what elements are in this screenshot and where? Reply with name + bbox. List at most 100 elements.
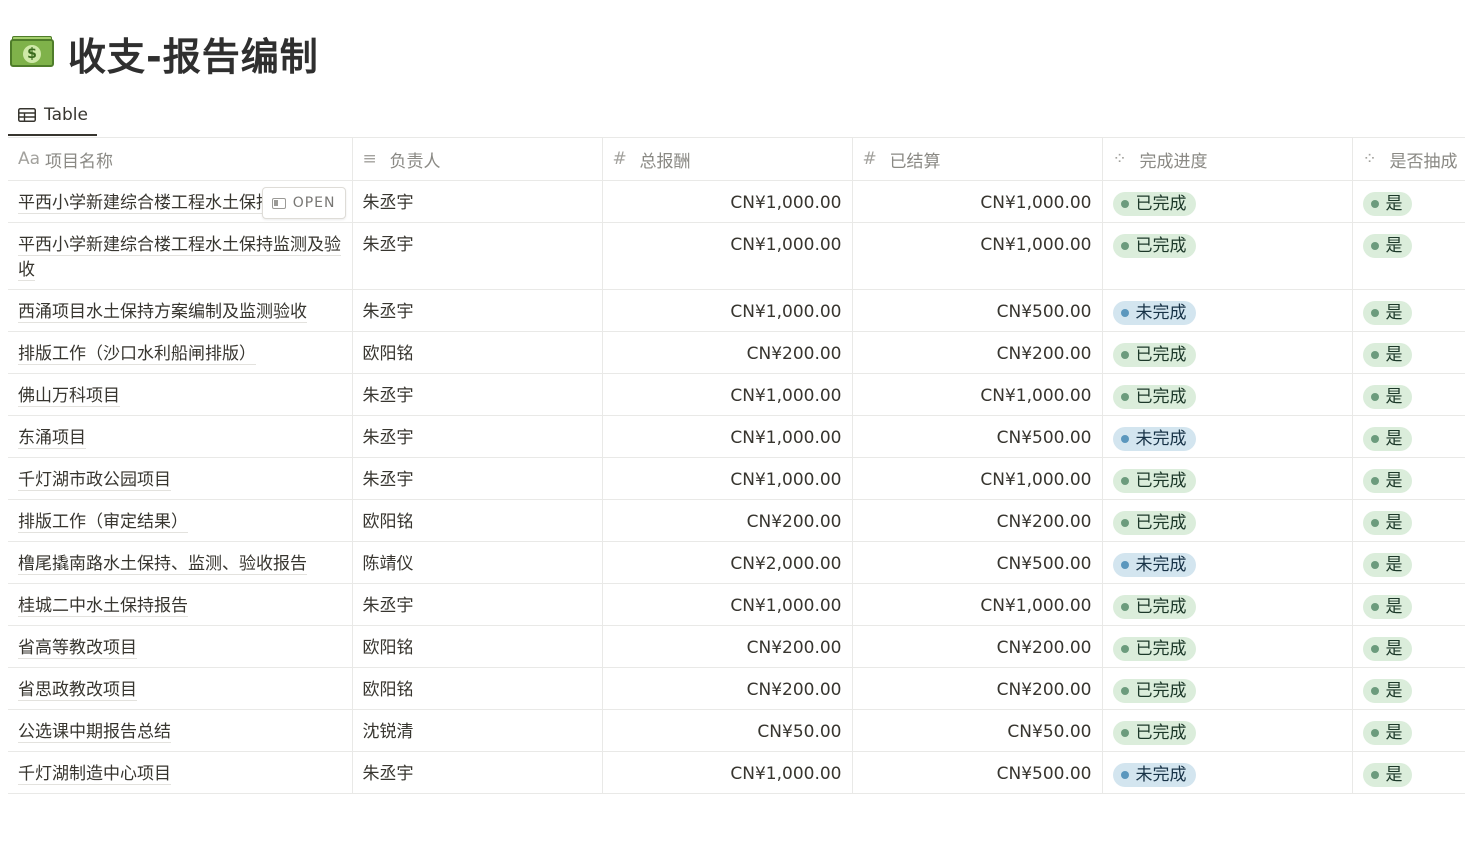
cell-project-name[interactable]: 千灯湖市政公园项目	[8, 457, 353, 500]
cell-total-reward[interactable]: CN¥1,000.00	[602, 222, 853, 290]
cell-progress[interactable]: 已完成	[1102, 457, 1353, 500]
cell-commission[interactable]: 是	[1352, 625, 1465, 668]
cell-total-reward[interactable]: CN¥1,000.00	[602, 180, 853, 223]
project-name-text[interactable]: 排版工作（审定结果）	[18, 512, 188, 533]
cell-progress[interactable]: 已完成	[1102, 180, 1353, 223]
cell-project-name[interactable]: 千灯湖制造中心项目	[8, 751, 353, 794]
cell-settled[interactable]: CN¥1,000.00	[852, 583, 1103, 626]
cell-settled[interactable]: CN¥500.00	[852, 751, 1103, 794]
cell-settled[interactable]: CN¥500.00	[852, 415, 1103, 458]
cell-project-name[interactable]: 排版工作（审定结果）	[8, 499, 353, 542]
column-header-3[interactable]: # 已结算	[852, 138, 1103, 181]
project-name-text[interactable]: 省高等教改项目	[18, 638, 137, 659]
cell-settled[interactable]: CN¥50.00	[852, 709, 1103, 752]
cell-project-name[interactable]: 平西小学新建综合楼工程水土保持监测及验收	[8, 222, 353, 290]
project-name-text[interactable]: 桂城二中水土保持报告	[18, 596, 188, 617]
cell-progress[interactable]: 已完成	[1102, 373, 1353, 416]
project-name-text[interactable]: 平西小学新建综合楼工程水土保持监测及验收	[18, 235, 341, 281]
dollar-banknote-icon[interactable]: $	[10, 36, 54, 70]
cell-progress[interactable]: 已完成	[1102, 222, 1353, 290]
cell-project-name[interactable]: 省高等教改项目	[8, 625, 353, 668]
cell-progress[interactable]: 已完成	[1102, 667, 1353, 710]
table-row[interactable]: 省高等教改项目 欧阳铭 CN¥200.00 CN¥200.00 已完成是	[8, 625, 1465, 668]
column-header-2[interactable]: # 总报酬	[602, 138, 853, 181]
cell-progress[interactable]: 未完成	[1102, 289, 1353, 332]
cell-settled[interactable]: CN¥200.00	[852, 625, 1103, 668]
cell-project-name[interactable]: 省思政教改项目	[8, 667, 353, 710]
cell-owner[interactable]: 沈锐清	[352, 709, 603, 752]
cell-owner[interactable]: 朱丞宇	[352, 289, 603, 332]
cell-commission[interactable]: 是	[1352, 222, 1465, 290]
cell-project-name[interactable]: 排版工作（沙口水利船闸排版）	[8, 331, 353, 374]
column-header-4[interactable]: ⁘ 完成进度	[1102, 138, 1353, 181]
cell-commission[interactable]: 是	[1352, 667, 1465, 710]
cell-total-reward[interactable]: CN¥1,000.00	[602, 751, 853, 794]
column-header-1[interactable]: ≡ 负责人	[352, 138, 603, 181]
cell-commission[interactable]: 是	[1352, 751, 1465, 794]
cell-settled[interactable]: CN¥1,000.00	[852, 457, 1103, 500]
cell-project-name[interactable]: 西涌项目水土保持方案编制及监测验收	[8, 289, 353, 332]
table-row[interactable]: 千灯湖市政公园项目 朱丞宇 CN¥1,000.00 CN¥1,000.00 已完成是	[8, 457, 1465, 500]
table-row[interactable]: 平西小学新建综合楼工程水土保持监测及验收 朱丞宇 CN¥1,000.00 CN¥1,0…	[8, 222, 1465, 290]
cell-commission[interactable]: 是	[1352, 289, 1465, 332]
cell-settled[interactable]: CN¥500.00	[852, 289, 1103, 332]
table-row[interactable]: 橹尾撬南路水土保持、监测、验收报告 陈靖仪 CN¥2,000.00 CN¥500.00…	[8, 541, 1465, 584]
cell-owner[interactable]: 欧阳铭	[352, 499, 603, 542]
project-name-text[interactable]: 东涌项目	[18, 428, 86, 449]
cell-total-reward[interactable]: CN¥200.00	[602, 625, 853, 668]
cell-total-reward[interactable]: CN¥1,000.00	[602, 289, 853, 332]
cell-settled[interactable]: CN¥1,000.00	[852, 222, 1103, 290]
project-name-text[interactable]: 佛山万科项目	[18, 386, 120, 407]
cell-project-name[interactable]: 公选课中期报告总结	[8, 709, 353, 752]
column-header-5[interactable]: ⁘ 是否抽成	[1352, 138, 1465, 181]
project-name-text[interactable]: 排版工作（沙口水利船闸排版）	[18, 344, 256, 365]
cell-owner[interactable]: 欧阳铭	[352, 667, 603, 710]
cell-owner[interactable]: 欧阳铭	[352, 331, 603, 374]
cell-settled[interactable]: CN¥1,000.00	[852, 373, 1103, 416]
cell-total-reward[interactable]: CN¥200.00	[602, 499, 853, 542]
table-row[interactable]: 桂城二中水土保持报告 朱丞宇 CN¥1,000.00 CN¥1,000.00 已完成是	[8, 583, 1465, 626]
cell-settled[interactable]: CN¥200.00	[852, 331, 1103, 374]
cell-project-name[interactable]: 平西小学新建综合楼工程水土保持报告书 OPEN	[8, 180, 353, 223]
cell-settled[interactable]: CN¥200.00	[852, 667, 1103, 710]
cell-owner[interactable]: 朱丞宇	[352, 180, 603, 223]
cell-owner[interactable]: 陈靖仪	[352, 541, 603, 584]
project-name-text[interactable]: 千灯湖市政公园项目	[18, 470, 171, 491]
open-page-button[interactable]: OPEN	[261, 187, 346, 219]
table-row[interactable]: 千灯湖制造中心项目 朱丞宇 CN¥1,000.00 CN¥500.00 未完成 是	[8, 751, 1465, 794]
cell-commission[interactable]: 是	[1352, 331, 1465, 374]
table-row[interactable]: 排版工作（沙口水利船闸排版） 欧阳铭 CN¥200.00 CN¥200.00 已完成是	[8, 331, 1465, 374]
table-row[interactable]: 排版工作（审定结果） 欧阳铭 CN¥200.00 CN¥200.00 已完成是	[8, 499, 1465, 542]
cell-owner[interactable]: 欧阳铭	[352, 625, 603, 668]
cell-total-reward[interactable]: CN¥50.00	[602, 709, 853, 752]
column-header-0[interactable]: Aa 项目名称	[8, 138, 353, 181]
cell-owner[interactable]: 朱丞宇	[352, 751, 603, 794]
cell-project-name[interactable]: 桂城二中水土保持报告	[8, 583, 353, 626]
cell-progress[interactable]: 未完成	[1102, 415, 1353, 458]
table-row[interactable]: 平西小学新建综合楼工程水土保持报告书 OPEN 朱丞宇 CN¥1,000.00 CN¥1…	[8, 180, 1465, 223]
cell-owner[interactable]: 朱丞宇	[352, 373, 603, 416]
cell-project-name[interactable]: 橹尾撬南路水土保持、监测、验收报告	[8, 541, 353, 584]
cell-commission[interactable]: 是	[1352, 499, 1465, 542]
cell-owner[interactable]: 朱丞宇	[352, 222, 603, 290]
cell-progress[interactable]: 未完成	[1102, 751, 1353, 794]
cell-progress[interactable]: 未完成	[1102, 541, 1353, 584]
cell-settled[interactable]: CN¥200.00	[852, 499, 1103, 542]
project-name-text[interactable]: 橹尾撬南路水土保持、监测、验收报告	[18, 554, 307, 575]
table-row[interactable]: 西涌项目水土保持方案编制及监测验收 朱丞宇 CN¥1,000.00 CN¥500.00…	[8, 289, 1465, 332]
cell-total-reward[interactable]: CN¥1,000.00	[602, 373, 853, 416]
cell-progress[interactable]: 已完成	[1102, 625, 1353, 668]
cell-progress[interactable]: 已完成	[1102, 331, 1353, 374]
page-title[interactable]: 收支-报告编制	[68, 26, 319, 81]
cell-commission[interactable]: 是	[1352, 541, 1465, 584]
cell-progress[interactable]: 已完成	[1102, 709, 1353, 752]
cell-commission[interactable]: 是	[1352, 457, 1465, 500]
table-row[interactable]: 佛山万科项目 朱丞宇 CN¥1,000.00 CN¥1,000.00 已完成是	[8, 373, 1465, 416]
project-name-text[interactable]: 千灯湖制造中心项目	[18, 764, 171, 785]
cell-progress[interactable]: 已完成	[1102, 583, 1353, 626]
cell-total-reward[interactable]: CN¥200.00	[602, 667, 853, 710]
project-name-text[interactable]: 省思政教改项目	[18, 680, 137, 701]
cell-total-reward[interactable]: CN¥1,000.00	[602, 583, 853, 626]
cell-project-name[interactable]: 东涌项目	[8, 415, 353, 458]
cell-commission[interactable]: 是	[1352, 180, 1465, 223]
